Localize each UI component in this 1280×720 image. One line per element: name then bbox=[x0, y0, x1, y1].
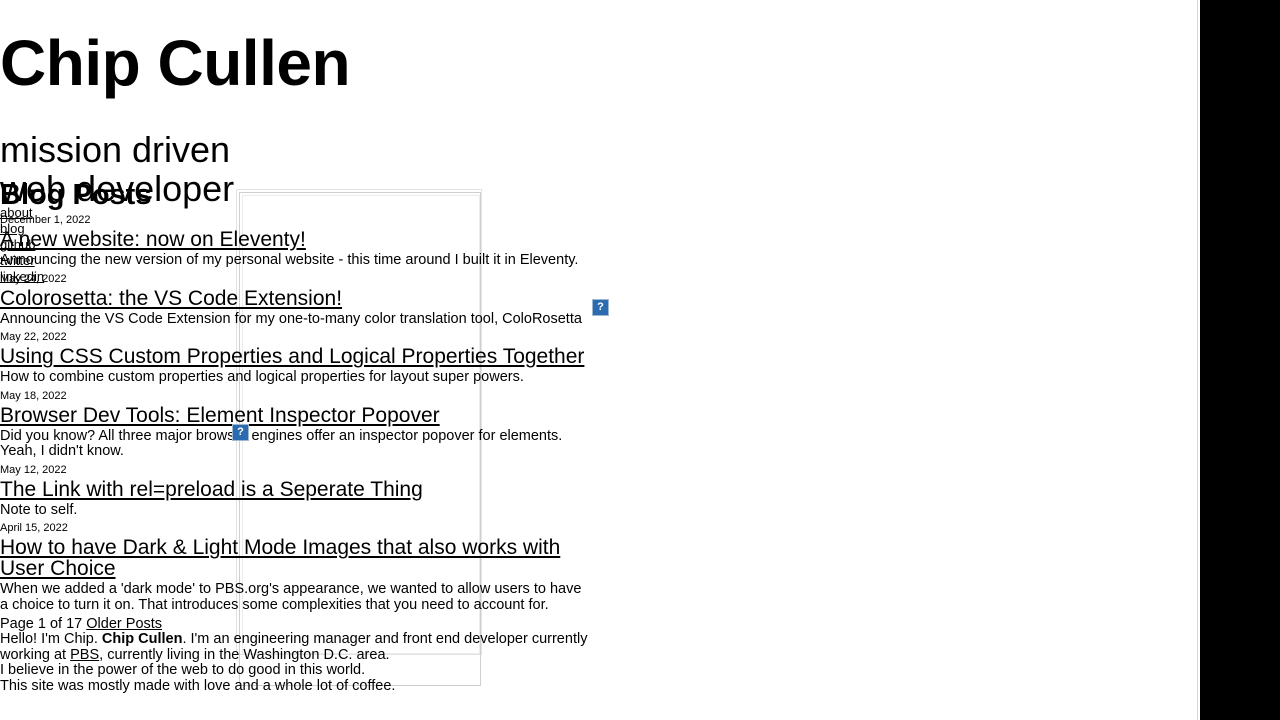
nav-item-blog[interactable]: blog bbox=[0, 221, 90, 237]
bio-line-1: Hello! I'm Chip. Chip Cullen. I'm an eng… bbox=[0, 632, 592, 663]
post-link[interactable]: How to have Dark & Light Mode Images tha… bbox=[0, 536, 560, 580]
bio-line-3: This site was mostly made with love and … bbox=[0, 677, 396, 694]
post-excerpt: Did you know? All three major browser en… bbox=[0, 427, 563, 460]
pbs-link[interactable]: PBS bbox=[70, 647, 99, 663]
post-date: April 15, 2022 bbox=[0, 522, 68, 535]
post-title: Browser Dev Tools: Element Inspector Pop… bbox=[0, 405, 592, 426]
post-title: Colorosetta: the VS Code Extension! bbox=[0, 288, 592, 309]
post-item: May 12, 2022 The Link with rel=preload i… bbox=[0, 463, 592, 519]
author-bio: Hello! I'm Chip. Chip Cullen. I'm an eng… bbox=[0, 632, 592, 694]
bio-name: Chip Cullen bbox=[101, 631, 183, 648]
site-nav: about blog github twitter linkedin bbox=[0, 205, 90, 285]
post-excerpt: Note to self. bbox=[0, 501, 78, 518]
bio-tail: , currently living in the Washington D.C… bbox=[99, 646, 390, 663]
bio-intro: Hello! I'm Chip. bbox=[0, 631, 102, 648]
post-item: May 22, 2022 Using CSS Custom Properties… bbox=[0, 330, 592, 386]
document-body: Chip Cullen mission driven web developer… bbox=[0, 0, 592, 694]
post-title: The Link with rel=preload is a Seperate … bbox=[0, 479, 592, 500]
nav-item-twitter[interactable]: twitter bbox=[0, 253, 90, 269]
site-title: Chip Cullen bbox=[0, 27, 351, 99]
bio-line-2: I believe in the power of the web to do … bbox=[0, 662, 366, 679]
post-date: May 22, 2022 bbox=[0, 331, 67, 344]
right-gutter bbox=[1200, 0, 1280, 720]
post-title: How to have Dark & Light Mode Images tha… bbox=[0, 537, 592, 579]
post-date: May 12, 2022 bbox=[0, 463, 67, 476]
older-posts-link[interactable]: Older Posts bbox=[86, 616, 162, 632]
post-link[interactable]: The Link with rel=preload is a Seperate … bbox=[0, 478, 423, 501]
page-edge-line bbox=[1197, 0, 1198, 720]
post-item: May 18, 2022 Browser Dev Tools: Element … bbox=[0, 389, 592, 460]
post-excerpt: How to combine custom properties and log… bbox=[0, 369, 524, 386]
broken-image-icon: ? bbox=[232, 424, 249, 441]
broken-image-glyph: ? bbox=[237, 426, 244, 438]
post-date: May 18, 2022 bbox=[0, 389, 67, 402]
post-link[interactable]: Colorosetta: the VS Code Extension! bbox=[0, 287, 342, 310]
nav-item-github[interactable]: github bbox=[0, 237, 90, 253]
pagination-page-label: Page 1 of 17 bbox=[0, 616, 83, 633]
post-link[interactable]: Using CSS Custom Properties and Logical … bbox=[0, 345, 584, 368]
post-item: April 15, 2022 How to have Dark & Light … bbox=[0, 521, 592, 613]
broken-image-glyph: ? bbox=[597, 301, 604, 313]
post-link[interactable]: Browser Dev Tools: Element Inspector Pop… bbox=[0, 404, 440, 427]
post-excerpt: When we added a 'dark mode' to PBS.org's… bbox=[0, 581, 582, 613]
broken-image-icon: ? bbox=[592, 299, 609, 316]
pagination: Page 1 of 17 Older Posts bbox=[0, 616, 592, 632]
post-title: Using CSS Custom Properties and Logical … bbox=[0, 346, 592, 367]
nav-item-linkedin[interactable]: linkedin bbox=[0, 269, 90, 285]
post-excerpt: Announcing the VS Code Extension for my … bbox=[0, 310, 582, 327]
nav-item-about[interactable]: about bbox=[0, 205, 90, 221]
browser-viewport: Chip Cullen mission driven web developer… bbox=[0, 0, 1200, 720]
